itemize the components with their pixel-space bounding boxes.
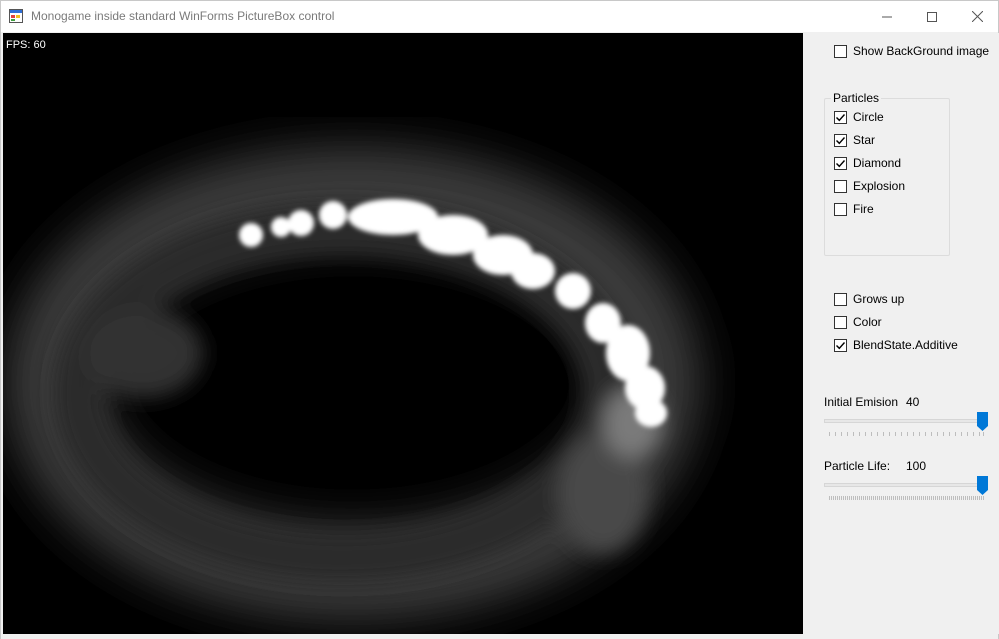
checkmark-icon	[836, 136, 846, 144]
blendstate-additive-checkbox[interactable]: BlendState.Additive	[834, 337, 958, 353]
initial-emission-thumb[interactable]	[977, 412, 988, 431]
particle-life-thumb[interactable]	[977, 476, 988, 495]
checkbox-box[interactable]	[834, 292, 847, 306]
app-window-icon	[9, 9, 23, 23]
checkbox-label: Diamond	[853, 156, 902, 170]
checkbox-box[interactable]	[834, 44, 847, 58]
maximize-icon	[927, 11, 937, 22]
initial-emission-ticks	[829, 432, 984, 436]
checkmark-icon	[836, 341, 846, 349]
particle-render: FPS: 60	[5, 39, 701, 621]
checkbox-box[interactable]	[834, 156, 847, 170]
checkbox-label: BlendState.Additive	[853, 338, 958, 352]
settings-panel: Show BackGround image Particles Circle S…	[804, 33, 999, 634]
particles-group-legend: Particles	[831, 91, 882, 105]
window-title: Monogame inside standard WinForms Pictur…	[31, 9, 335, 23]
checkbox-label: Circle	[853, 110, 884, 124]
monogame-viewport[interactable]: FPS: 60	[3, 33, 803, 634]
minimize-icon	[882, 16, 892, 17]
close-button[interactable]	[954, 1, 999, 32]
window-bottom-border	[1, 634, 998, 639]
initial-emission-value: 40	[906, 395, 920, 409]
checkbox-box[interactable]	[834, 179, 847, 193]
close-icon	[971, 11, 983, 22]
minimize-button[interactable]	[864, 1, 910, 32]
checkbox-box[interactable]	[834, 110, 847, 124]
checkbox-label: Fire	[853, 202, 874, 216]
checkbox-label: Color	[853, 315, 882, 329]
initial-emission-label: Initial Emision	[824, 395, 899, 409]
checkmark-icon	[836, 113, 846, 121]
checkbox-box[interactable]	[834, 338, 847, 352]
checkbox-label: Show BackGround image	[853, 44, 990, 58]
show-background-checkbox[interactable]: Show BackGround image	[834, 43, 989, 59]
particle-diamond-checkbox[interactable]: Diamond	[834, 155, 901, 171]
particle-life-value: 100	[906, 459, 927, 473]
particle-fire-checkbox[interactable]: Fire	[834, 201, 874, 217]
color-checkbox[interactable]: Color	[834, 314, 882, 330]
checkbox-box[interactable]	[834, 133, 847, 147]
checkmark-icon	[836, 159, 846, 167]
app-window: Monogame inside standard WinForms Pictur…	[0, 0, 999, 639]
checkbox-box[interactable]	[834, 202, 847, 216]
maximize-button[interactable]	[909, 1, 955, 32]
particle-life-ticks	[829, 496, 984, 500]
checkbox-box[interactable]	[834, 315, 847, 329]
fps-counter: FPS: 60	[6, 39, 46, 51]
particle-circle-checkbox[interactable]: Circle	[834, 109, 884, 125]
checkbox-label: Grows up	[853, 292, 905, 306]
grows-up-checkbox[interactable]: Grows up	[834, 291, 904, 307]
particle-life-label: Particle Life:	[824, 459, 891, 473]
title-bar[interactable]: Monogame inside standard WinForms Pictur…	[1, 1, 998, 32]
particle-star-checkbox[interactable]: Star	[834, 132, 875, 148]
particle-explosion-checkbox[interactable]: Explosion	[834, 178, 905, 194]
checkbox-label: Explosion	[853, 179, 906, 193]
initial-emission-track[interactable]	[824, 419, 986, 423]
particle-life-track[interactable]	[824, 483, 986, 487]
checkbox-label: Star	[853, 133, 876, 147]
